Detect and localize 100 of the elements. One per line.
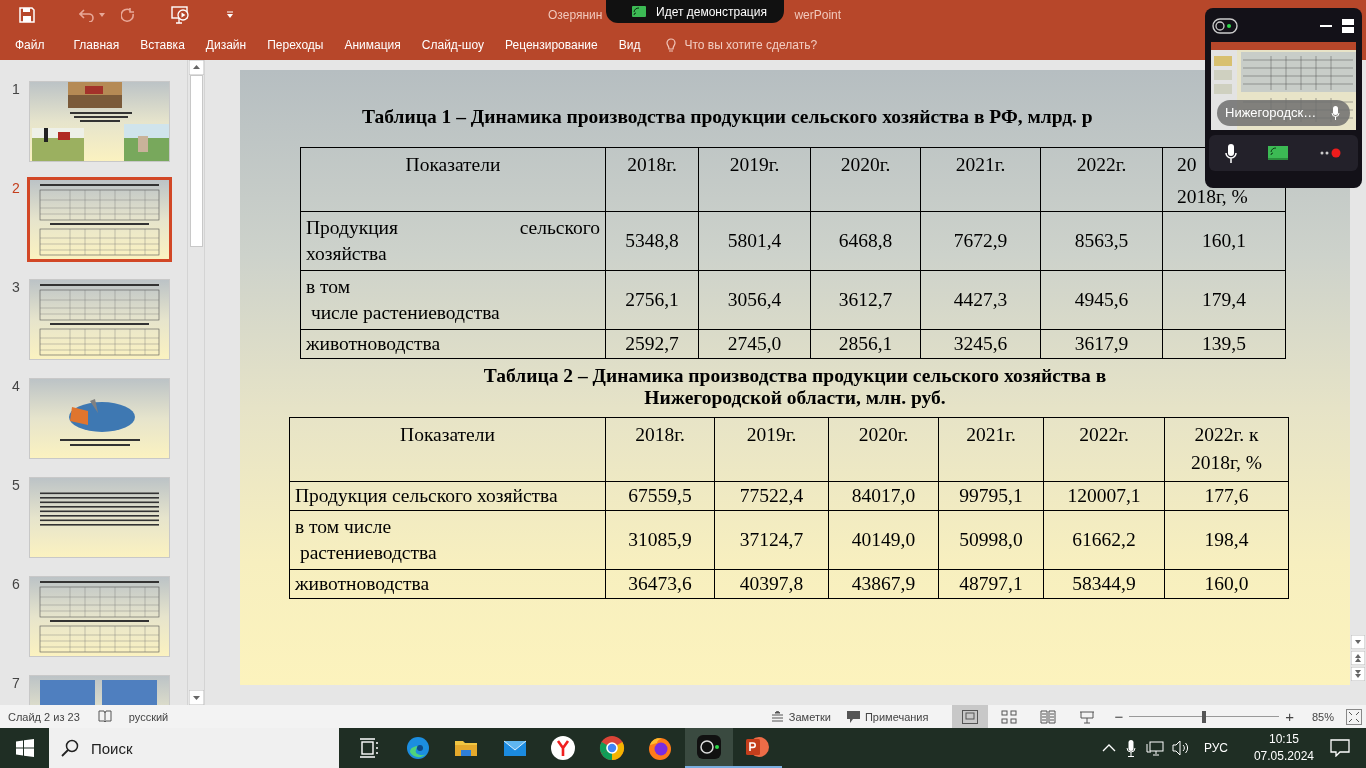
redo-icon[interactable] <box>121 7 135 23</box>
table-title: Нижегородской области, млн. руб. <box>644 387 946 409</box>
search-icon <box>61 739 79 757</box>
table-cell: 2756,1 <box>605 270 699 330</box>
ribbon-tab[interactable]: Рецензирование <box>505 34 598 56</box>
slide-thumbnail[interactable] <box>29 378 170 459</box>
windows-start-icon[interactable] <box>16 739 34 757</box>
table-cell: 37124,7 <box>714 510 829 570</box>
chevron-up-icon[interactable] <box>1101 744 1116 752</box>
table-cell: Продукция сельского хозяйства <box>300 211 606 271</box>
slide-number: 2 <box>11 180 21 196</box>
scroll-up-icon[interactable] <box>188 60 204 75</box>
slide-number: 1 <box>11 81 21 97</box>
ribbon-tab[interactable]: Дизайн <box>205 34 247 56</box>
ribbon-tab[interactable]: Вставка <box>140 34 185 56</box>
browser-icon <box>598 735 625 761</box>
slide-thumbnail[interactable] <box>27 177 172 262</box>
ribbon-tab[interactable]: Главная <box>73 34 120 56</box>
volume-icon[interactable] <box>1171 740 1190 756</box>
slideshow-icon[interactable] <box>171 6 191 24</box>
network-icon[interactable] <box>1145 740 1164 756</box>
normal-view-button[interactable] <box>952 705 989 728</box>
ribbon-tab[interactable]: Переходы <box>267 34 324 56</box>
taskbar-app-button[interactable] <box>684 728 733 768</box>
microphone-icon <box>1331 106 1340 120</box>
slide-counter[interactable]: Слайд 2 из 23 <box>8 710 80 723</box>
column-header: 2018г. <box>605 147 699 212</box>
table-cell: 177,6 <box>1164 481 1289 511</box>
notes-button[interactable]: Заметки <box>766 708 835 725</box>
scroll-down-icon[interactable] <box>1351 635 1365 649</box>
tell-me-field[interactable]: Что вы хотите сделать? <box>682 37 847 53</box>
zoom-slider[interactable] <box>1129 709 1280 724</box>
spellcheck-icon[interactable] <box>97 710 113 723</box>
minimize-icon[interactable] <box>1320 24 1332 28</box>
column-header: 2020г. <box>828 417 939 482</box>
column-header: 2022г. к 2018г, % <box>1164 417 1289 482</box>
slide-thumbnail[interactable] <box>29 81 170 162</box>
notes-icon <box>770 711 784 722</box>
table-cell: 4427,3 <box>920 270 1041 330</box>
previous-slide-icon[interactable] <box>1351 651 1365 665</box>
microphone-icon[interactable] <box>1125 739 1136 757</box>
ribbon-tab[interactable]: Слайд-шоу <box>421 34 484 56</box>
screen-icon <box>632 6 646 17</box>
table-cell: 84017,0 <box>828 481 939 511</box>
column-header: 2019г. <box>714 417 829 482</box>
comments-button[interactable]: Примечания <box>842 708 933 725</box>
layout-icon[interactable] <box>1342 19 1354 33</box>
lightbulb-icon <box>666 37 677 53</box>
zoom-out-button[interactable]: − <box>1114 708 1124 725</box>
language-label[interactable]: русский <box>128 710 169 723</box>
table-cell: 77522,4 <box>714 481 829 511</box>
fit-slide-icon[interactable] <box>1346 708 1362 725</box>
table-cell: 3612,7 <box>810 270 921 330</box>
slide-thumbnail[interactable] <box>29 279 170 360</box>
table-cell: 58344,9 <box>1043 569 1165 599</box>
undo-icon[interactable] <box>79 8 95 22</box>
toggle-icon[interactable] <box>1212 18 1238 34</box>
input-language[interactable]: РУС <box>1203 741 1228 755</box>
search-box[interactable]: Поиск <box>49 728 339 768</box>
save-icon[interactable] <box>19 7 35 23</box>
microphone-icon[interactable] <box>1224 143 1237 163</box>
next-slide-icon[interactable] <box>1351 667 1365 681</box>
scroll-down-icon[interactable] <box>188 690 204 705</box>
participant-name: Нижегородск… <box>1225 105 1317 121</box>
table-cell: 50998,0 <box>938 510 1044 570</box>
ribbon-tab[interactable]: Файл <box>15 34 45 56</box>
zoom-in-button[interactable]: + <box>1285 708 1294 725</box>
slide-number: 5 <box>11 477 21 493</box>
table-cell: 67559,5 <box>605 481 715 511</box>
notification-icon[interactable] <box>1330 739 1350 757</box>
zoom-thumb[interactable] <box>1202 710 1207 723</box>
slide-thumbnail[interactable] <box>29 576 170 657</box>
clock[interactable]: 10:15 07.05.2024 <box>1253 731 1314 765</box>
table-cell: 179,4 <box>1162 270 1286 330</box>
clock-date: 07.05.2024 <box>1253 748 1314 765</box>
table-cell: 139,5 <box>1162 329 1286 359</box>
table-title: Таблица 2 – Динамика производства продукции сельского хозяйства в <box>483 365 1107 387</box>
ribbon-tab[interactable]: Анимация <box>344 34 401 56</box>
caret-icon[interactable] <box>99 13 105 17</box>
customize-icon[interactable] <box>226 11 234 19</box>
slide-number: 7 <box>11 675 21 691</box>
window-title: Озерянин <box>548 8 603 22</box>
table-cell: 4945,6 <box>1040 270 1163 330</box>
slide-number: 4 <box>11 378 21 394</box>
camera-app-icon <box>695 734 722 760</box>
browser-icon <box>647 735 674 761</box>
ribbon-tab[interactable]: Вид <box>618 34 641 56</box>
table-cell: 40149,0 <box>828 510 939 570</box>
slide-thumbnail[interactable] <box>29 477 170 558</box>
table-cell: 43867,9 <box>828 569 939 599</box>
table-cell: 36473,6 <box>605 569 715 599</box>
browser-icon <box>404 735 431 761</box>
search-field[interactable]: Поиск <box>89 738 293 758</box>
cast-icon[interactable] <box>1268 146 1289 160</box>
zoom-level[interactable]: 85% <box>1311 710 1334 723</box>
record-icon[interactable] <box>1320 148 1343 158</box>
table-cell: животноводства <box>300 329 606 359</box>
banner-text: Идет демонстрация <box>656 4 767 19</box>
table-cell: 2745,0 <box>698 329 811 359</box>
table-cell: 160,1 <box>1162 211 1286 271</box>
